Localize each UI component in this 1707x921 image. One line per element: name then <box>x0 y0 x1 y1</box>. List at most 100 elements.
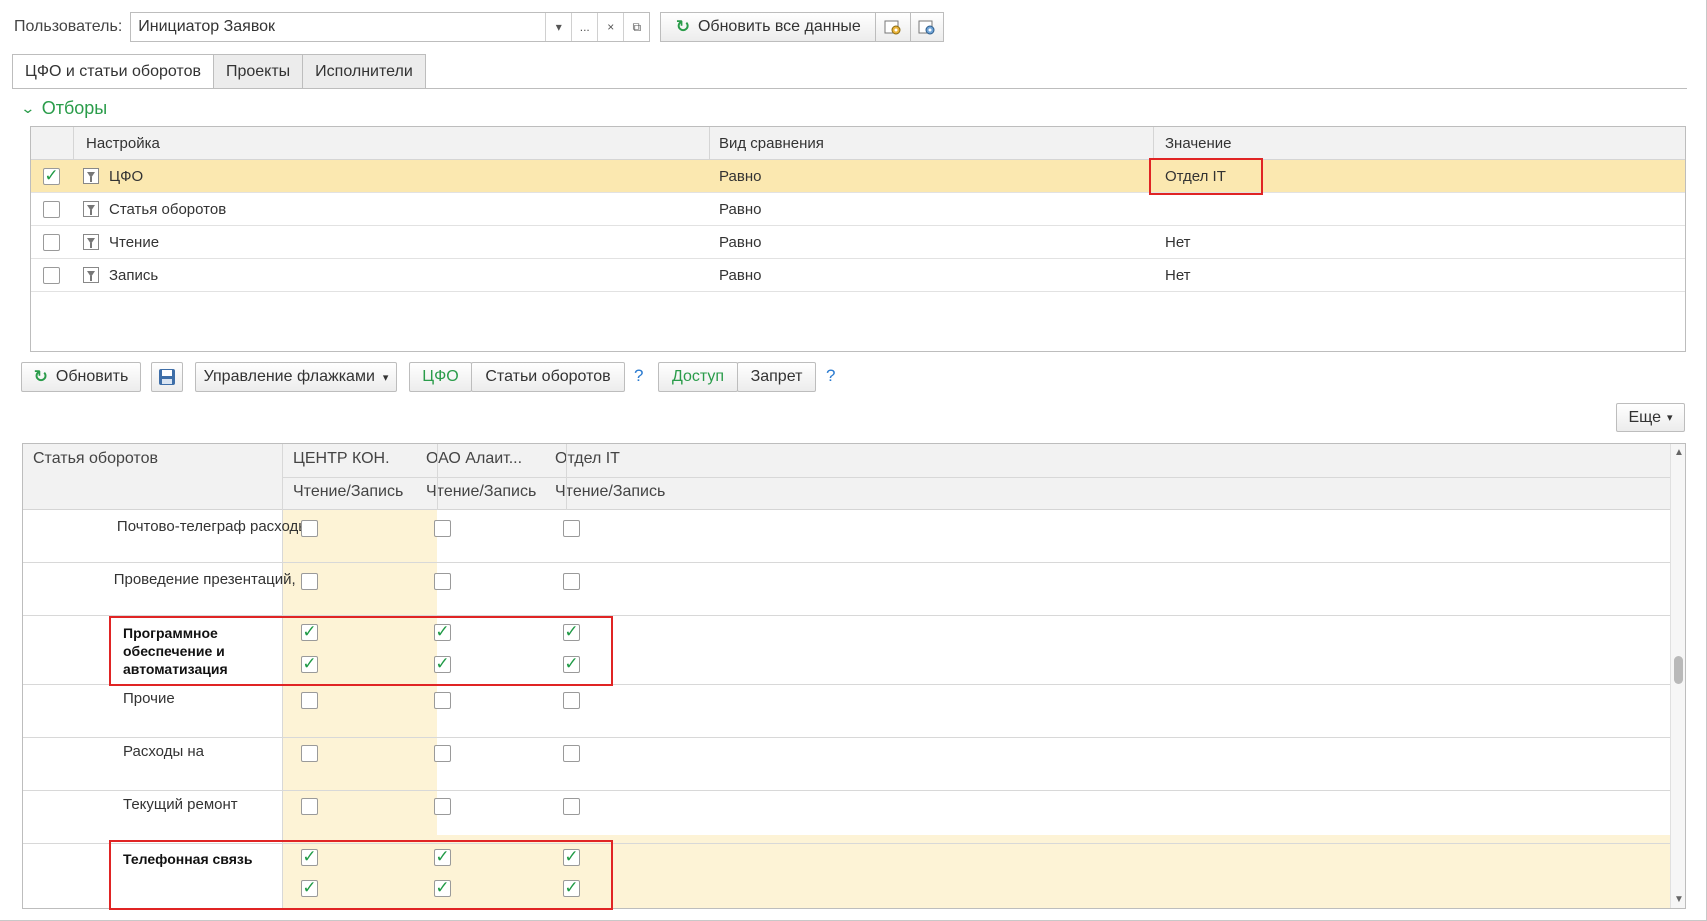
user-field[interactable]: Инициатор Заявок ▾ ... × ⧉ <box>130 12 651 42</box>
settings-blue-button[interactable] <box>910 12 945 42</box>
help-icon[interactable]: ? <box>634 366 643 386</box>
user-clear-icon[interactable]: × <box>597 13 623 41</box>
settings-gear-button[interactable] <box>875 12 912 42</box>
col-header-comparison[interactable]: Вид сравнения <box>719 127 824 159</box>
filter-row-write[interactable]: Запись Равно Нет <box>31 259 1685 292</box>
col-header-setting[interactable]: Настройка <box>86 127 160 159</box>
filter-value[interactable]: Нет <box>1165 226 1191 258</box>
filter-checkbox[interactable] <box>43 266 60 284</box>
grid-checkbox[interactable] <box>563 520 580 537</box>
filter-value[interactable]: Нет <box>1165 259 1191 291</box>
grid-checkbox[interactable] <box>301 692 318 709</box>
filter-icon <box>83 267 99 283</box>
save-button[interactable] <box>151 362 183 392</box>
grid-sub-header-2: Чтение/Запись <box>426 483 537 500</box>
col-divider <box>73 127 74 160</box>
grid-checkbox[interactable] <box>434 798 451 815</box>
save-icon <box>159 369 175 385</box>
grid-row-label: Расходы на <box>123 743 205 760</box>
filter-checkbox[interactable]: ✓ <box>43 165 60 185</box>
grid-col-header-article[interactable]: Статья оборотов <box>33 450 158 468</box>
filter-name: ЦФО <box>109 167 144 185</box>
tab-cfo-articles[interactable]: ЦФО и статьи оборотов <box>12 54 214 89</box>
filter-comparison[interactable]: Равно <box>719 160 761 192</box>
grid-checkbox[interactable] <box>563 745 580 762</box>
more-button[interactable]: Еще ▾ <box>1616 403 1685 432</box>
grid-checkbox[interactable] <box>434 520 451 537</box>
grid-checkbox[interactable] <box>301 573 318 590</box>
scroll-up-icon[interactable]: ▲ <box>1671 447 1685 458</box>
grid-col-divider <box>437 444 438 510</box>
filter-checkbox[interactable] <box>43 200 60 218</box>
filter-icon <box>83 234 99 250</box>
check-icon: ✓ <box>44 165 59 185</box>
user-label: Пользователь: <box>14 18 123 35</box>
user-dropdown-icon[interactable]: ▾ <box>545 13 571 41</box>
grid-row-label: Прочие <box>123 690 175 707</box>
row-divider <box>23 562 1670 563</box>
grid-checkbox[interactable] <box>301 745 318 762</box>
user-row: Пользователь: Инициатор Заявок ▾ ... × ⧉… <box>14 12 945 42</box>
grid-checkbox[interactable] <box>434 573 451 590</box>
articles-toggle-button[interactable]: Статьи оборотов <box>471 362 625 392</box>
flags-label: Управление флажками <box>203 368 375 385</box>
grid-checkbox[interactable] <box>301 520 318 537</box>
user-open-icon[interactable]: ⧉ <box>623 13 649 41</box>
grid-col-header-2[interactable]: ОАО Алаит... <box>426 450 522 468</box>
filter-checkbox[interactable] <box>43 233 60 251</box>
filter-comparison[interactable]: Равно <box>719 226 761 258</box>
filter-row-article[interactable]: Статья оборотов Равно <box>31 193 1685 226</box>
grid-col-header-1[interactable]: ЦЕНТР КОН. <box>293 450 390 468</box>
refresh-button[interactable]: ↻ Обновить <box>21 362 141 392</box>
grid-checkbox[interactable] <box>563 573 580 590</box>
grid-scrollbar[interactable]: ▲ ▼ <box>1670 444 1685 908</box>
grid-checkbox[interactable] <box>434 745 451 762</box>
grid-row-label: Проведение презентаций, ... <box>113 571 313 588</box>
tab-projects[interactable]: Проекты <box>212 54 304 88</box>
grid-checkbox[interactable] <box>434 692 451 709</box>
grid-checkbox[interactable] <box>563 692 580 709</box>
filters-header-row: Настройка Вид сравнения Значение <box>31 127 1685 160</box>
refresh-icon: ↻ <box>675 17 690 36</box>
grid-col-header-3[interactable]: Отдел IT <box>555 450 620 468</box>
dropdown-arrow-icon: ▾ <box>1667 412 1673 424</box>
grid-row-label: Текущий ремонт <box>123 796 238 813</box>
col-divider <box>709 127 710 160</box>
filter-name: Чтение <box>109 233 160 251</box>
gear-settings-icon <box>884 20 901 35</box>
grid-sub-header-1: Чтение/Запись <box>293 483 404 500</box>
tab-executors[interactable]: Исполнители <box>302 54 426 88</box>
header-divider <box>282 477 1670 478</box>
dropdown-arrow-icon: ▾ <box>382 371 389 384</box>
annotation-box <box>109 840 613 910</box>
filter-comparison[interactable]: Равно <box>719 193 761 225</box>
row-divider <box>23 790 1670 791</box>
chevron-down-icon: ⌄ <box>20 100 36 116</box>
scroll-down-icon[interactable]: ▼ <box>1671 894 1685 905</box>
filter-name: Запись <box>109 266 159 284</box>
filter-comparison[interactable]: Равно <box>719 259 761 291</box>
form-settings-icon <box>918 20 935 35</box>
grid-row-label: Почтово-телеграф расходы <box>116 518 310 535</box>
cfo-toggle-button[interactable]: ЦФО <box>409 362 472 392</box>
help-icon[interactable]: ? <box>826 366 835 386</box>
filter-icon <box>83 201 99 217</box>
access-toggle-button[interactable]: Доступ <box>658 362 738 392</box>
deny-toggle-button[interactable]: Запрет <box>737 362 816 392</box>
grid-sub-header-3: Чтение/Запись <box>555 483 666 500</box>
annotation-box <box>109 616 613 686</box>
refresh-label: Обновить <box>55 368 129 385</box>
filter-row-cfo[interactable]: ✓ ЦФО Равно Отдел IT <box>31 160 1685 193</box>
refresh-all-button[interactable]: ↻ Обновить все данные <box>660 12 877 42</box>
flags-menu-button[interactable]: Управление флажками ▾ <box>195 362 397 392</box>
user-select-more-button[interactable]: ... <box>571 13 597 41</box>
grid-checkbox[interactable] <box>301 798 318 815</box>
filter-row-read[interactable]: Чтение Равно Нет <box>31 226 1685 259</box>
annotation-box <box>1149 158 1263 195</box>
scroll-thumb[interactable] <box>1674 656 1683 684</box>
grid-col-divider <box>566 444 567 510</box>
user-value[interactable]: Инициатор Заявок <box>131 13 545 41</box>
filters-toggle[interactable]: ⌄ Отборы <box>20 98 107 119</box>
grid-checkbox[interactable] <box>563 798 580 815</box>
col-header-value[interactable]: Значение <box>1165 127 1232 159</box>
